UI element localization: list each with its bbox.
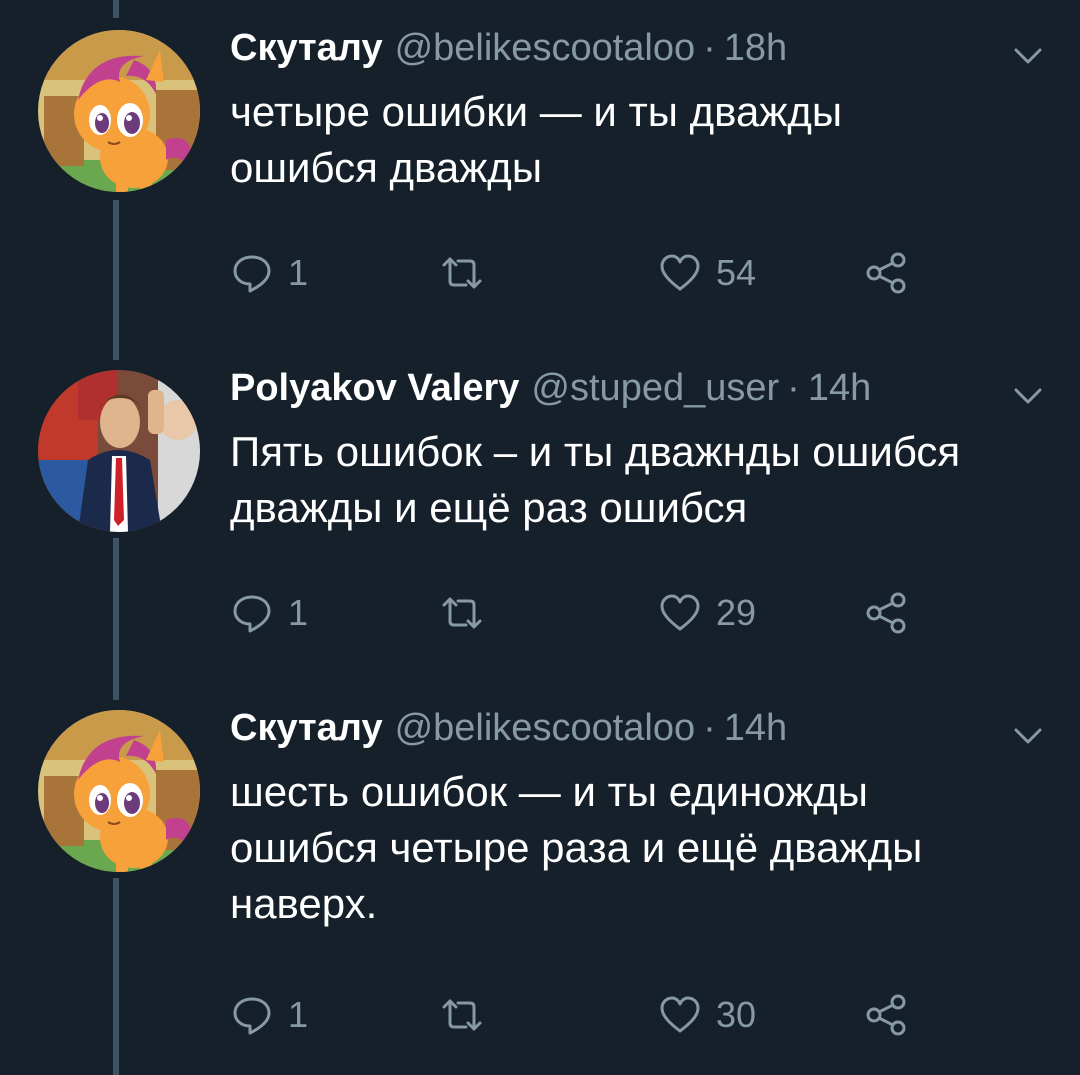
like-count: 54	[716, 252, 757, 293]
reply-icon	[233, 595, 271, 633]
display-name[interactable]: Скуталу	[230, 26, 383, 70]
separator: ·	[703, 27, 716, 69]
avatar-image	[38, 710, 200, 872]
reply-icon	[233, 255, 271, 293]
reply-count: 1	[288, 252, 309, 293]
tweet-text-line: Пять ошибок – и ты дважнды ошибся	[230, 428, 961, 475]
share-button[interactable]	[864, 248, 908, 298]
tweet-actions: 1 29	[230, 588, 930, 638]
thread-line-1	[113, 200, 119, 360]
tweet-actions: 1 30	[230, 990, 930, 1040]
username[interactable]: @belikescootaloo	[395, 706, 696, 750]
retweet-icon	[442, 597, 482, 629]
like-button[interactable]: 29	[658, 588, 756, 638]
reply-button[interactable]: 1	[230, 248, 308, 298]
tweet-text: Пять ошибок – и ты дважнды ошибся дважды…	[230, 424, 1050, 536]
tweet-text: четыре ошибки — и ты дважды ошибся дважд…	[230, 84, 1050, 196]
thread-line-top	[113, 0, 119, 18]
reply-icon	[233, 997, 271, 1035]
heart-icon	[660, 254, 700, 291]
separator: ·	[787, 367, 800, 409]
chevron-down-icon[interactable]	[1012, 384, 1044, 408]
avatar[interactable]	[38, 710, 200, 872]
retweet-button[interactable]	[440, 588, 498, 638]
avatar[interactable]	[38, 370, 200, 532]
tweet-text-line: дважды и ещё раз ошибся	[230, 484, 748, 531]
retweet-icon	[442, 999, 482, 1031]
reply-button[interactable]: 1	[230, 588, 308, 638]
retweet-button[interactable]	[440, 248, 498, 298]
tweet-text-line: ошибся дважды	[230, 144, 543, 191]
reply-count: 1	[288, 592, 309, 633]
share-icon	[866, 994, 906, 1036]
reply-button[interactable]: 1	[230, 990, 308, 1040]
avatar[interactable]	[38, 30, 200, 192]
tweet-header: Скуталу @belikescootaloo · 18h	[230, 26, 787, 70]
separator: ·	[703, 707, 716, 749]
like-button[interactable]: 54	[658, 248, 756, 298]
avatar-image	[38, 30, 200, 192]
username[interactable]: @stuped_user	[531, 366, 779, 410]
retweet-button[interactable]	[440, 990, 498, 1040]
tweet-text-line: ошибся четыре раза и ещё дважды	[230, 824, 923, 871]
tweet-text: шесть ошибок — и ты единожды ошибся четы…	[230, 764, 1050, 932]
like-count: 30	[716, 994, 757, 1035]
tweet-text-line: наверх.	[230, 880, 378, 927]
tweet-header: Скуталу @belikescootaloo · 14h	[230, 706, 787, 750]
retweet-icon	[442, 257, 482, 289]
reply-count: 1	[288, 994, 309, 1035]
display-name[interactable]: Скуталу	[230, 706, 383, 750]
timestamp[interactable]: 14h	[808, 366, 871, 410]
share-icon	[866, 592, 906, 634]
tweet-text-line: шесть ошибок — и ты единожды	[230, 768, 868, 815]
like-count: 29	[716, 592, 757, 633]
username[interactable]: @belikescootaloo	[395, 26, 696, 70]
timestamp[interactable]: 14h	[724, 706, 787, 750]
timestamp[interactable]: 18h	[724, 26, 787, 70]
tweet-text-line: четыре ошибки — и ты дважды	[230, 88, 843, 135]
thread-line-2	[113, 538, 119, 700]
thread-line-3	[113, 878, 119, 1075]
like-button[interactable]: 30	[658, 990, 756, 1040]
heart-icon	[660, 996, 700, 1033]
avatar-image	[38, 370, 200, 532]
chevron-down-icon[interactable]	[1012, 44, 1044, 68]
chevron-down-icon[interactable]	[1012, 724, 1044, 748]
display-name[interactable]: Polyakov Valery	[230, 366, 519, 410]
tweet-actions: 1 54	[230, 248, 930, 298]
share-button[interactable]	[864, 588, 908, 638]
heart-icon	[660, 594, 700, 631]
tweet-header: Polyakov Valery @stuped_user · 14h	[230, 366, 871, 410]
share-button[interactable]	[864, 990, 908, 1040]
share-icon	[866, 252, 906, 294]
